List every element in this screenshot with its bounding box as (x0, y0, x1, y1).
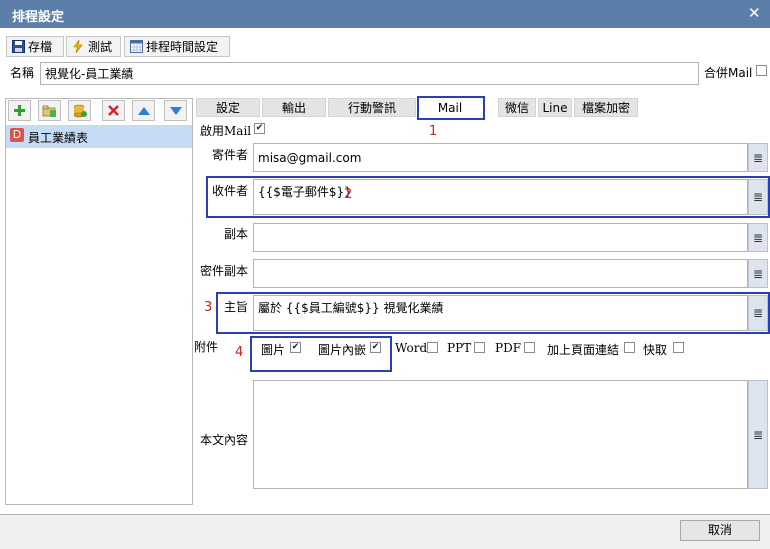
cc-input[interactable] (253, 223, 748, 252)
variable-picker-button[interactable]: ≣ (748, 380, 768, 489)
test-label: 測試 (88, 40, 113, 54)
attach-cache-checkbox[interactable] (673, 342, 684, 353)
sender-input[interactable] (253, 143, 748, 172)
plus-icon (14, 105, 25, 116)
attach-page-link-checkbox[interactable] (624, 342, 635, 353)
attach-ppt-checkbox[interactable] (474, 342, 485, 353)
tab-wechat[interactable]: 微信 (498, 98, 536, 117)
annotation-number: 4 (235, 345, 244, 360)
annotation-number: 2 (344, 187, 353, 202)
close-icon[interactable]: ✕ (748, 4, 761, 22)
name-label: 名稱 (10, 66, 35, 80)
schedule-time-button[interactable]: 排程時間設定 (124, 36, 230, 57)
tree-item-label: 員工業績表 (28, 131, 89, 145)
delete-button[interactable] (102, 100, 125, 121)
title-bar: 排程設定 ✕ (0, 0, 770, 28)
schedule-time-label: 排程時間設定 (146, 40, 219, 54)
attach-pdf-checkbox[interactable] (524, 342, 535, 353)
arrow-up-icon (137, 106, 150, 115)
tree-panel (5, 98, 193, 505)
annotation-number: 3 (204, 300, 213, 315)
attach-word-checkbox[interactable] (427, 342, 438, 353)
arrow-down-icon (169, 106, 182, 115)
bcc-input[interactable] (253, 259, 748, 288)
floppy-disk-icon (11, 40, 25, 54)
save-button[interactable]: 存檔 (6, 36, 64, 57)
attach-page-link-label: 加上頁面連結 (547, 343, 620, 357)
scroll-icon: ≣ (752, 230, 764, 245)
save-label: 存檔 (28, 40, 53, 54)
bcc-label: 密件副本 (199, 264, 248, 278)
database-icon (73, 104, 87, 117)
tab-output[interactable]: 輸出 (262, 98, 326, 117)
merge-mail-checkbox[interactable] (756, 65, 767, 76)
variable-picker-button[interactable]: ≣ (748, 259, 768, 288)
tree-item[interactable]: D 員工業績表 (6, 125, 192, 148)
cc-label: 副本 (223, 227, 248, 241)
body-label: 本文內容 (199, 433, 248, 447)
name-input[interactable] (40, 62, 699, 85)
highlight-box-recipient (206, 176, 770, 218)
attach-pdf-label: PDF (495, 341, 522, 355)
merge-mail-label: 合併Mail (704, 66, 753, 80)
database-button[interactable] (68, 100, 91, 121)
scroll-icon: ≣ (752, 150, 764, 165)
move-down-button[interactable] (164, 100, 187, 121)
attachments-label: 附件 (194, 340, 219, 354)
add-folder-button[interactable] (38, 100, 61, 121)
highlight-box-attachments (250, 336, 392, 372)
lightning-icon (71, 40, 85, 54)
attach-word-label: Word (395, 341, 428, 355)
annotation-number: 1 (429, 124, 438, 139)
folder-add-icon (42, 105, 56, 117)
test-button[interactable]: 測試 (66, 36, 121, 57)
variable-picker-button[interactable]: ≣ (748, 223, 768, 252)
add-button[interactable] (8, 100, 31, 121)
tab-mobile-alert[interactable]: 行動警訊 (328, 98, 416, 117)
scroll-icon: ≣ (752, 427, 764, 442)
scroll-icon: ≣ (752, 266, 764, 281)
delete-x-icon (108, 105, 119, 116)
enable-mail-checkbox[interactable]: ✔ (254, 123, 265, 134)
variable-picker-button[interactable]: ≣ (748, 143, 768, 172)
dialog-footer (0, 514, 770, 549)
cancel-button[interactable]: 取消 (680, 520, 760, 541)
data-source-badge: D (10, 128, 24, 142)
tab-file-encryption[interactable]: 檔案加密 (574, 98, 638, 117)
highlight-box-subject (216, 292, 770, 334)
sender-label: 寄件者 (211, 148, 248, 162)
enable-mail-label: 啟用Mail (200, 124, 252, 138)
tab-settings[interactable]: 設定 (196, 98, 260, 117)
move-up-button[interactable] (132, 100, 155, 121)
body-textarea[interactable] (253, 380, 748, 489)
window-title: 排程設定 (12, 10, 65, 25)
attach-ppt-label: PPT (447, 341, 472, 355)
tab-line[interactable]: Line (538, 98, 572, 117)
calendar-icon (129, 40, 143, 54)
attach-cache-label: 快取 (643, 343, 668, 357)
highlight-box-mail-tab (417, 96, 485, 120)
